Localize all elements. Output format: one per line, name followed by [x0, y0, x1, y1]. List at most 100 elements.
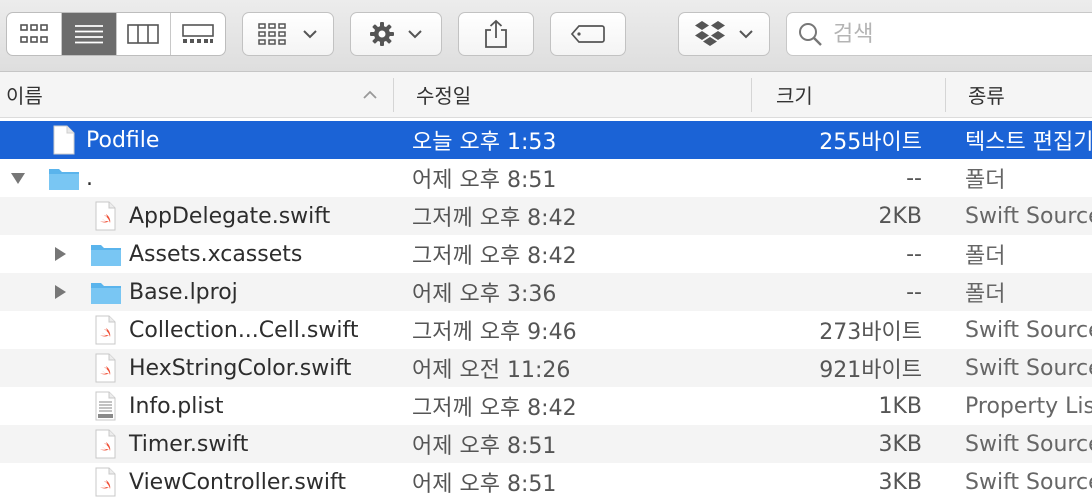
file-size: 255바이트: [819, 130, 922, 155]
swift-file-icon: [90, 315, 120, 345]
kind-column-label: 종류: [968, 84, 1005, 108]
file-row[interactable]: Podfile 오늘 오후 1:53 255바이트 텍스트 편집기: [0, 121, 1092, 159]
file-size: --: [906, 165, 922, 191]
tag-icon: [570, 25, 605, 43]
plist-file-icon: [90, 391, 120, 421]
file-kind: Swift Source: [965, 355, 1092, 381]
gear-icon: [370, 22, 394, 46]
gallery-view-button[interactable]: [171, 13, 225, 55]
size-column-label: 크기: [776, 84, 813, 108]
column-divider[interactable]: [945, 78, 946, 112]
file-list: Podfile 오늘 오후 1:53 255바이트 텍스트 편집기. 어제 오후 8:5…: [0, 121, 1092, 501]
file-name: ViewController.swift: [129, 469, 346, 495]
swift-file-icon: [90, 201, 120, 231]
file-name: HexStringColor.swift: [129, 355, 352, 381]
gallery-icon: [182, 24, 214, 43]
icon-view-button[interactable]: [7, 13, 62, 55]
file-row[interactable]: Timer.swift 어제 오후 8:51 3KB Swift Source: [0, 425, 1092, 463]
list-view-button[interactable]: [61, 13, 117, 55]
file-size: 2KB: [878, 203, 922, 229]
swift-file-icon: [90, 467, 120, 497]
folder-icon: [90, 239, 121, 269]
file-date-modified: 그저께 오후 8:42: [412, 396, 577, 421]
file-date-modified: 어제 오전 11:26: [412, 358, 571, 383]
file-date-modified: 그저께 오후 9:46: [412, 320, 577, 345]
file-row[interactable]: . 어제 오후 8:51 -- 폴더: [0, 159, 1092, 197]
file-size: 3KB: [878, 431, 922, 457]
file-kind: Swift Source: [965, 203, 1092, 229]
kind-column-header[interactable]: 종류: [968, 72, 1092, 117]
file-date-modified: 그저께 오후 8:42: [412, 244, 577, 269]
file-name: Timer.swift: [129, 431, 249, 457]
file-date-modified: 오늘 오후 1:53: [412, 130, 557, 155]
file-size: 1KB: [878, 393, 922, 419]
file-kind: Swift Source: [965, 431, 1092, 457]
file-name: Info.plist: [129, 393, 224, 419]
share-button[interactable]: [458, 12, 534, 56]
columns-icon: [127, 24, 160, 44]
column-divider[interactable]: [393, 78, 394, 112]
chevron-down-icon: [408, 30, 422, 39]
file-row[interactable]: ViewController.swift 어제 오후 8:51 3KB Swift S…: [0, 463, 1092, 501]
grid-icon: [20, 24, 48, 43]
list-icon: [74, 25, 103, 44]
date-column-header[interactable]: 수정일: [416, 72, 746, 117]
name-column-header[interactable]: 이름: [6, 72, 386, 117]
file-name: .: [86, 165, 93, 191]
search-field[interactable]: [786, 12, 1092, 56]
column-header: 이름 수정일 크기 종류: [0, 72, 1092, 118]
file-date-modified: 어제 오후 8:51: [412, 434, 557, 459]
disclosure-expanded-icon[interactable]: [8, 159, 28, 197]
file-date-modified: 어제 오후 3:36: [412, 282, 557, 307]
date-column-label: 수정일: [416, 84, 472, 108]
size-column-header[interactable]: 크기: [776, 72, 936, 117]
file-name: Podfile: [86, 127, 160, 153]
file-kind: 폴더: [965, 282, 1006, 307]
disclosure-collapsed-icon[interactable]: [50, 273, 70, 311]
file-size: 921바이트: [819, 358, 922, 383]
file-row[interactable]: Base.lproj 어제 오후 3:36 -- 폴더: [0, 273, 1092, 311]
file-kind: Swift Source: [965, 317, 1092, 343]
file-row[interactable]: Assets.xcassets 그저께 오후 8:42 -- 폴더: [0, 235, 1092, 273]
file-size: --: [906, 241, 922, 267]
file-date-modified: 그저께 오후 8:42: [412, 206, 577, 231]
file-size: --: [906, 279, 922, 305]
swift-file-icon: [90, 429, 120, 459]
file-name: AppDelegate.swift: [129, 203, 331, 229]
file-name: Assets.xcassets: [129, 241, 303, 267]
file-kind: Property List: [965, 393, 1092, 419]
file-kind: 폴더: [965, 168, 1006, 193]
chevron-down-icon: [739, 30, 753, 39]
file-kind: 텍스트 편집기: [965, 130, 1092, 155]
view-mode-segmented-control: [6, 12, 226, 56]
file-name: Base.lproj: [129, 279, 238, 305]
swift-file-icon: [90, 353, 120, 383]
file-row[interactable]: AppDelegate.swift 그저께 오후 8:42 2KB Swift Sou…: [0, 197, 1092, 235]
name-column-label: 이름: [6, 84, 43, 108]
dropbox-button[interactable]: [678, 12, 770, 56]
column-view-button[interactable]: [117, 13, 172, 55]
group-grid-icon: [258, 23, 286, 45]
share-icon: [485, 19, 507, 48]
file-size: 3KB: [878, 469, 922, 495]
group-by-button[interactable]: [242, 12, 334, 56]
file-kind: Swift Source: [965, 469, 1092, 495]
dropbox-icon: [695, 21, 725, 46]
file-row[interactable]: Collection...Cell.swift 그저께 오후 9:46 273바이트…: [0, 311, 1092, 349]
column-divider[interactable]: [751, 78, 752, 112]
action-menu-button[interactable]: [350, 12, 442, 56]
file-name: Collection...Cell.swift: [129, 317, 359, 343]
tags-button[interactable]: [550, 12, 626, 56]
search-icon: [799, 23, 822, 46]
finder-toolbar: [0, 0, 1092, 72]
disclosure-collapsed-icon[interactable]: [50, 235, 70, 273]
search-input[interactable]: [831, 20, 1092, 48]
folder-icon: [90, 277, 121, 307]
document-icon: [48, 125, 78, 155]
file-date-modified: 어제 오후 8:51: [412, 472, 557, 497]
file-row[interactable]: Info.plist 그저께 오후 8:42 1KB Property List: [0, 387, 1092, 425]
file-row[interactable]: HexStringColor.swift 어제 오전 11:26 921바이트 Swi…: [0, 349, 1092, 387]
sort-ascending-icon: [363, 90, 377, 99]
folder-icon: [48, 163, 79, 193]
file-size: 273바이트: [819, 320, 922, 345]
